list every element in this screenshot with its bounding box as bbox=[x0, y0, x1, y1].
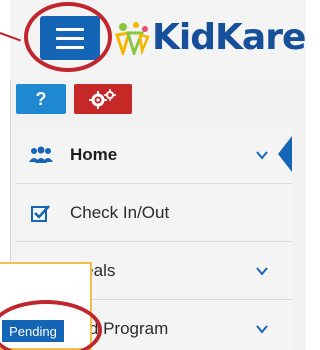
logo-text: KidKare bbox=[152, 17, 306, 58]
sidebar-item-label: Meals bbox=[70, 260, 116, 280]
help-button[interactable]: ? bbox=[16, 84, 66, 114]
sidebar-item-label: Home bbox=[70, 144, 118, 164]
active-indicator bbox=[278, 136, 292, 172]
sidebar-item-home[interactable]: Home bbox=[16, 126, 292, 184]
highlight-circle bbox=[24, 2, 112, 72]
logo-children-icon bbox=[115, 22, 150, 55]
people-icon bbox=[28, 144, 54, 166]
gears-icon bbox=[89, 89, 116, 109]
chevron-down-icon bbox=[256, 150, 268, 160]
kidkare-logo[interactable]: KidKare bbox=[114, 17, 306, 58]
checkbox-icon bbox=[28, 202, 54, 224]
app-header: KidKare bbox=[10, 0, 306, 80]
sidebar-item-label: Check In/Out bbox=[70, 202, 170, 222]
help-label: ? bbox=[35, 88, 47, 109]
sidebar-item-check-in-out[interactable]: Check In/Out bbox=[16, 184, 292, 242]
chevron-down-icon bbox=[256, 266, 268, 276]
toolbar: ? bbox=[16, 84, 132, 118]
settings-button[interactable] bbox=[74, 84, 132, 114]
chevron-down-icon bbox=[256, 324, 268, 334]
